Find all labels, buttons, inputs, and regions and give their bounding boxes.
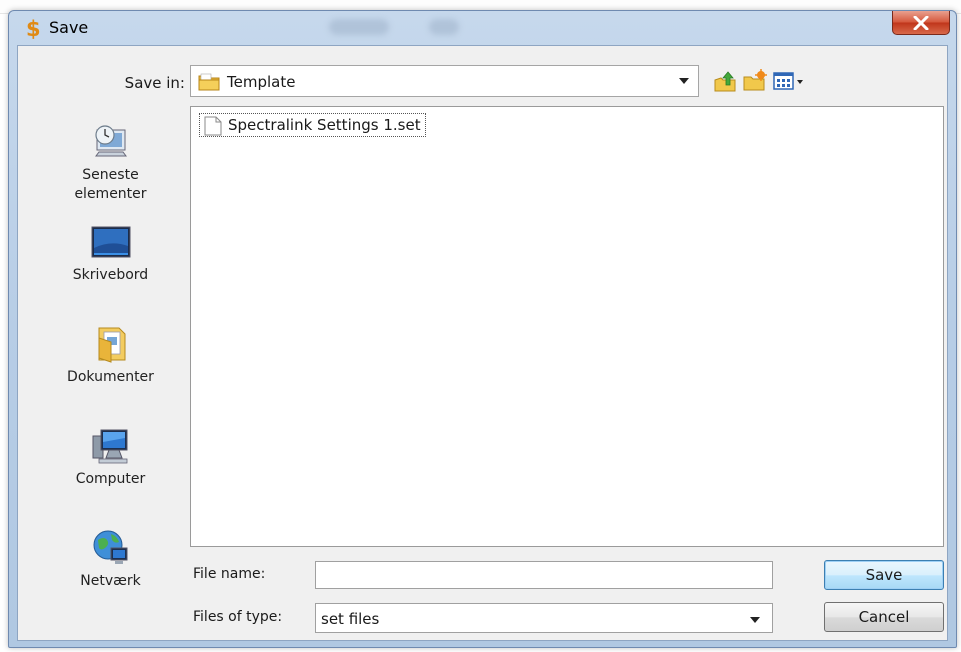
create-new-folder-icon bbox=[743, 69, 767, 91]
title-bar[interactable]: $ Save bbox=[9, 11, 956, 45]
close-button[interactable] bbox=[892, 11, 950, 35]
svg-text:$: $ bbox=[26, 17, 41, 39]
titlebar-glass-smudge bbox=[329, 19, 389, 35]
window-title: Save bbox=[49, 18, 89, 37]
files-of-type-value: set files bbox=[321, 610, 380, 628]
dialog-client-area: Save in: Template Seneste elementer Skri… bbox=[17, 45, 948, 641]
file-list[interactable]: Spectralink Settings 1.set bbox=[190, 106, 944, 547]
document-icon bbox=[204, 116, 222, 136]
computer-icon bbox=[92, 429, 127, 464]
save-dialog: $ Save Save in: Template Seneste element… bbox=[8, 10, 957, 648]
view-menu-button[interactable] bbox=[772, 68, 806, 94]
cancel-button[interactable]: Cancel bbox=[824, 602, 944, 632]
files-of-type-label: Files of type: bbox=[193, 609, 283, 625]
save-button[interactable]: Save bbox=[824, 560, 944, 590]
place-recent-elements[interactable]: Seneste elementer bbox=[38, 122, 183, 204]
save-in-dropdown[interactable]: Template bbox=[190, 65, 699, 97]
titlebar-glass-smudge bbox=[429, 19, 459, 35]
create-new-folder-button[interactable] bbox=[742, 68, 768, 94]
list-item[interactable]: Spectralink Settings 1.set bbox=[199, 113, 426, 137]
view-menu-icon bbox=[773, 72, 803, 90]
up-one-level-icon bbox=[714, 71, 736, 92]
documents-folder-icon bbox=[98, 327, 125, 363]
recent-places-icon bbox=[94, 125, 127, 157]
file-name-input[interactable] bbox=[315, 561, 773, 589]
place-label-documents: Dokumenter bbox=[67, 369, 154, 385]
places-bar: Seneste elementer Skrivebord Dokumenter … bbox=[38, 102, 183, 628]
up-one-level-button[interactable] bbox=[712, 68, 738, 94]
place-network[interactable]: Netværk bbox=[38, 528, 183, 591]
place-computer[interactable]: Computer bbox=[38, 426, 183, 489]
close-icon bbox=[913, 16, 929, 30]
place-documents[interactable]: Dokumenter bbox=[38, 324, 183, 387]
desktop-icon bbox=[91, 226, 130, 258]
place-label-network: Netværk bbox=[80, 573, 141, 589]
files-of-type-dropdown[interactable]: set files bbox=[315, 603, 773, 633]
file-name-label: File name: bbox=[193, 566, 266, 582]
chevron-down-icon bbox=[750, 617, 760, 623]
folder-icon bbox=[198, 73, 220, 91]
place-label-recent: Seneste elementer bbox=[74, 167, 147, 202]
save-in-value: Template bbox=[227, 73, 296, 91]
file-name-text: Spectralink Settings 1.set bbox=[228, 116, 421, 134]
place-desktop[interactable]: Skrivebord bbox=[38, 222, 183, 285]
chevron-down-icon bbox=[679, 78, 689, 84]
network-icon bbox=[93, 530, 127, 564]
place-label-desktop: Skrivebord bbox=[72, 267, 149, 283]
save-in-label: Save in: bbox=[124, 74, 185, 92]
dollar-app-icon: $ bbox=[26, 17, 41, 39]
place-label-computer: Computer bbox=[75, 471, 146, 487]
